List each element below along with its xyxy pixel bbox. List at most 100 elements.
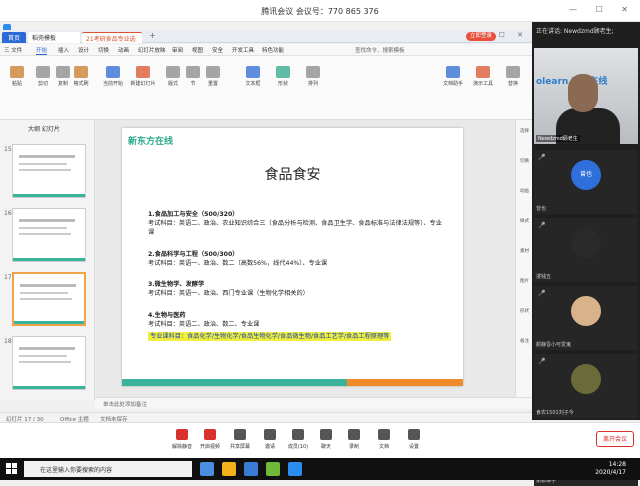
control-button[interactable]: 录制 (340, 429, 368, 450)
menu-item[interactable]: 安全 (212, 46, 223, 54)
leave-meeting-button[interactable]: 离开会议 (596, 431, 634, 447)
menu-item[interactable]: 设计 (78, 46, 89, 54)
slide-thumbnail[interactable] (12, 144, 86, 198)
ribbon-button[interactable]: 当前开始 (100, 66, 126, 87)
slide-thumbnail[interactable] (12, 208, 86, 262)
thumbnail-content (19, 219, 75, 222)
control-icon (234, 429, 246, 440)
slide[interactable]: 新东方在线 食品食安 1.食品加工与安全（500/320） 考试科目：英语二、政… (122, 128, 463, 386)
thumbnail-content (19, 155, 75, 158)
taskbar-app-icon[interactable] (244, 462, 258, 476)
slide-thumbnail[interactable] (12, 336, 86, 390)
taskbar-app-icon[interactable] (222, 462, 236, 476)
taskbar-search-input[interactable]: 在这里输入你要搜索的内容 (24, 461, 192, 477)
control-label: 共享屏幕 (229, 444, 250, 450)
control-icon (176, 429, 188, 440)
section-3: 3.微生物学、发酵学 考试科目：英语一、政治、西门专业课（生物化学相关的） (148, 280, 448, 298)
menu-item[interactable]: 动画 (118, 46, 129, 54)
command-search[interactable]: 查找命令、搜索模板 (355, 46, 405, 54)
participant-name: 曾也 (536, 206, 547, 212)
ribbon-button-label: 替换 (507, 81, 518, 87)
control-button[interactable]: 设置 (400, 429, 428, 450)
control-button[interactable]: 聊天 (312, 429, 340, 450)
menu-item[interactable]: 插入 (58, 46, 69, 54)
slide-number: 17 (4, 274, 12, 281)
menu-item[interactable]: 视图 (192, 46, 203, 54)
participant-tile[interactable]: 🎤 食农1501刘子今 (534, 354, 638, 418)
menu-item[interactable]: 切换 (98, 46, 109, 54)
new-tab-button[interactable]: + (145, 30, 160, 41)
section-head: 1.食品加工与安全（500/320） (148, 211, 239, 218)
rail-item[interactable]: 素材 (517, 248, 532, 254)
menu-item[interactable]: 幻灯片放映 (138, 46, 166, 54)
tab-document[interactable]: 21考研食品专业选题.pptx (82, 32, 142, 52)
control-button[interactable]: 邀请 (256, 429, 284, 450)
rail-item[interactable]: 动画 (517, 188, 532, 194)
ribbon-button[interactable]: 形状 (270, 66, 296, 87)
ribbon-button[interactable]: 新建幻灯片 (130, 66, 156, 87)
thumbnail-content (19, 169, 71, 171)
ribbon-toolbar: 粘贴 剪切 复制 格式刷 当前开始 新建幻灯片 版式 节 重置 文本框 形状 排列 文档助手 演示工具 替换 (0, 56, 532, 120)
control-label: 邀请 (264, 444, 275, 450)
ribbon-button[interactable]: 排列 (300, 66, 326, 87)
ribbon-button[interactable]: 文本框 (240, 66, 266, 87)
control-button[interactable]: 解除静音 (168, 429, 196, 450)
menu-item[interactable]: 开发工具 (232, 46, 254, 54)
ribbon-button-icon (74, 66, 88, 78)
section-head: 2.食品科学与工程（500/300） (148, 251, 239, 258)
ribbon-button-label: 新建幻灯片 (130, 81, 156, 87)
notes-area[interactable]: 单击此处添加备注 (95, 397, 532, 409)
taskbar-app-icon[interactable] (266, 462, 280, 476)
wps-window-controls[interactable]: — ☐ ✕ (479, 31, 528, 39)
thumbnail-content (20, 292, 68, 294)
status-bar: 幻灯片 17 / 30 Office 主题 文档未保存 (0, 412, 532, 423)
control-icon (320, 429, 332, 440)
meeting-controls: 离开会议 解除静音 开启视频 共享屏幕 邀请 成员(10) 聊天 录制 文档 设置 (0, 422, 640, 458)
control-icon (408, 429, 420, 440)
section-body: 考试科目：英语一、政治、西门专业课（生物化学相关的） (148, 290, 309, 297)
rail-item[interactable]: 备注 (517, 338, 532, 344)
control-button[interactable]: 成员(10) (284, 429, 312, 450)
menu-item[interactable]: 特色功能 (262, 46, 284, 54)
menu-item[interactable]: 三 文件 (4, 46, 22, 54)
thumbnail-footer (13, 386, 85, 389)
control-button[interactable]: 共享屏幕 (226, 429, 254, 450)
rail-item[interactable]: 形状 (517, 308, 532, 314)
ribbon-button[interactable]: 格式刷 (68, 66, 94, 87)
ribbon-button-icon (206, 66, 220, 78)
menu-item[interactable]: 开始 (36, 46, 48, 55)
ribbon-button[interactable]: 演示工具 (470, 66, 496, 87)
control-icon (264, 429, 276, 440)
main-video[interactable]: olearn 东方在线 Newdzmd顾老生 (534, 48, 638, 144)
participant-tile[interactable]: 🎤 颜静昏小可爱鬼 (534, 286, 638, 350)
slide-thumbnail[interactable] (12, 272, 86, 326)
video-name-tag: Newdzmd顾老生 (536, 135, 580, 142)
mic-muted-icon: 🎤 (538, 222, 546, 229)
participant-tile[interactable]: 🎤 漫钱五 (534, 218, 638, 282)
meeting-window-controls[interactable]: — ☐ ✕ (569, 5, 636, 14)
ribbon-button[interactable]: 重置 (200, 66, 226, 87)
thumbnail-footer (13, 194, 85, 197)
windows-start-icon[interactable] (6, 463, 18, 475)
menu-item[interactable]: 审阅 (172, 46, 183, 54)
ribbon-button[interactable]: 替换 (500, 66, 526, 87)
rail-item[interactable]: 选择 (517, 128, 532, 134)
participant-tile[interactable]: 🎤 曾也 曾也 (534, 150, 638, 214)
rail-item[interactable]: 样式 (517, 218, 532, 224)
taskbar-app-icon[interactable] (288, 462, 302, 476)
ribbon-button[interactable]: 粘贴 (4, 66, 30, 87)
participant-name: 颜静昏小可爱鬼 (536, 342, 572, 348)
rail-item[interactable]: 切换 (517, 158, 532, 164)
tab-home[interactable]: 首页 (2, 32, 26, 43)
control-button[interactable]: 开启视频 (196, 429, 224, 450)
slide-panel: 大纲 幻灯片 15 16 17 18 (0, 120, 95, 400)
tab-templates[interactable]: 稻壳模板 (28, 32, 80, 43)
ribbon-button-label: 重置 (207, 81, 218, 87)
taskbar-clock[interactable]: 14:28 2020/4/17 (595, 461, 626, 477)
ribbon-button[interactable]: 文档助手 (440, 66, 466, 87)
footer-orange (347, 379, 463, 386)
rail-item[interactable]: 图片 (517, 278, 532, 284)
taskbar-app-icon[interactable] (200, 462, 214, 476)
control-button[interactable]: 文档 (370, 429, 398, 450)
panel-tabs[interactable]: 大纲 幻灯片 (28, 124, 60, 133)
